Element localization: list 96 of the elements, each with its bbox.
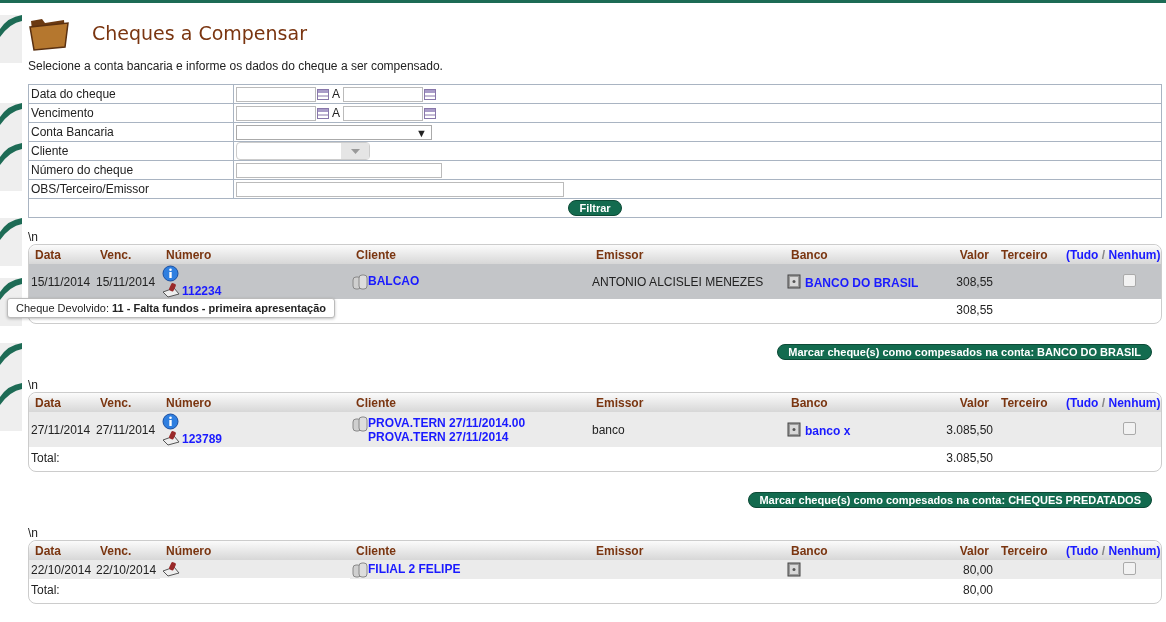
table-cell: ANTONIO ALCISLEI MENEZES xyxy=(592,274,764,289)
column-header: Emissor xyxy=(596,247,644,262)
calendar-icon[interactable] xyxy=(317,88,329,100)
calendar-icon[interactable] xyxy=(424,88,436,100)
calendar-icon[interactable] xyxy=(317,107,329,119)
select-none-link[interactable]: Nenhum) xyxy=(1108,543,1161,558)
table-cell: 22/10/2014 xyxy=(96,562,157,577)
column-header: Número xyxy=(166,247,212,262)
filter-label: Conta Bancaria xyxy=(28,122,234,142)
dropdown-icon xyxy=(350,148,360,154)
table-cell: 15/11/2014 xyxy=(96,274,156,289)
info-icon[interactable] xyxy=(162,413,179,430)
amount-cell: 3.085,50 xyxy=(946,422,993,437)
column-header: Data xyxy=(35,395,61,410)
column-header: Número xyxy=(166,395,212,410)
total-amount: 3.085,50 xyxy=(946,451,993,465)
column-header: Banco xyxy=(791,543,828,558)
column-header: Número xyxy=(166,543,212,558)
range-separator: A xyxy=(332,106,340,120)
date-input[interactable] xyxy=(236,86,316,102)
filter-label: Vencimento xyxy=(28,103,234,123)
table-cell: 22/10/2014 xyxy=(31,562,92,577)
column-header: Terceiro xyxy=(1001,395,1048,410)
text-input[interactable] xyxy=(236,162,442,178)
filter-label: OBS/Terceiro/Emissor xyxy=(28,179,234,199)
column-header: Emissor xyxy=(596,395,644,410)
info-icon[interactable] xyxy=(162,265,179,282)
filter-label: Cliente xyxy=(28,141,234,161)
filter-label: Número do cheque xyxy=(28,160,234,180)
page-title: Cheques a Compensar xyxy=(92,22,307,44)
separator-text: / xyxy=(1101,543,1106,558)
safe-icon xyxy=(787,273,802,289)
newline-marker: \n xyxy=(28,230,39,244)
mark-cleared-button[interactable]: Marcar cheque(s) como compesados na conta: CHEQUES PREDATADOS xyxy=(748,492,1152,508)
column-header: Banco xyxy=(791,395,828,410)
column-header: Data xyxy=(35,543,61,558)
column-header: Valor xyxy=(959,543,989,558)
filter-label: Data do cheque xyxy=(28,84,234,104)
select-none-link[interactable]: Nenhum) xyxy=(1108,395,1161,410)
mark-cleared-button[interactable]: Marcar cheque(s) como compesados na conta: BANCO DO BRASIL xyxy=(777,344,1152,360)
column-header: Data xyxy=(35,247,61,262)
column-header: Banco xyxy=(791,247,828,262)
select-none-link[interactable]: Nenhum) xyxy=(1108,247,1161,262)
table-cell: 27/11/2014 xyxy=(31,422,91,437)
date-input[interactable] xyxy=(236,105,316,121)
cheque-stamp-icon[interactable] xyxy=(162,282,180,298)
date-input[interactable] xyxy=(343,86,423,102)
date-input[interactable] xyxy=(343,105,423,121)
text-input[interactable] xyxy=(236,181,564,197)
column-header: Cliente xyxy=(356,543,396,558)
column-header: Terceiro xyxy=(1001,543,1048,558)
row-checkbox[interactable] xyxy=(1123,273,1136,287)
range-separator: A xyxy=(332,87,340,101)
select-all-link[interactable]: (Tudo xyxy=(1066,543,1099,558)
instructions-text: Selecione a conta bancaria e informe os dados do cheque a ser compensado. xyxy=(28,59,444,73)
cheque-number-link[interactable]: 123789 xyxy=(182,432,223,446)
separator-text: / xyxy=(1101,395,1106,410)
total-label: Total: xyxy=(31,583,60,597)
client-link[interactable]: BALCAO xyxy=(368,273,420,288)
column-header: Valor xyxy=(959,395,989,410)
bank-link[interactable]: banco x xyxy=(805,424,851,438)
total-amount: 308,55 xyxy=(956,303,993,317)
newline-marker: \n xyxy=(28,526,39,540)
separator-text: / xyxy=(1101,247,1106,262)
client-icon xyxy=(352,561,368,578)
amount-cell: 308,55 xyxy=(956,274,993,289)
amount-cell: 80,00 xyxy=(962,562,993,577)
column-header: Cliente xyxy=(356,395,396,410)
tooltip: Cheque Devolvido: 11 - Falta fundos - primeira apresentação xyxy=(7,298,335,318)
row-checkbox[interactable] xyxy=(1123,561,1136,575)
column-header: Venc. xyxy=(100,247,132,262)
column-header: Cliente xyxy=(356,247,396,262)
safe-icon xyxy=(787,561,802,577)
cheque-stamp-icon[interactable] xyxy=(162,561,180,577)
newline-marker: \n xyxy=(28,378,39,392)
cheque-number-link[interactable]: 112234 xyxy=(182,284,222,298)
select-all-link[interactable]: (Tudo xyxy=(1066,395,1099,410)
client-icon xyxy=(352,415,368,432)
safe-icon xyxy=(787,421,802,437)
row-checkbox[interactable] xyxy=(1123,421,1136,435)
select-all-link[interactable]: (Tudo xyxy=(1066,247,1099,262)
table-cell: 27/11/2014 xyxy=(96,422,156,437)
cheque-stamp-icon[interactable] xyxy=(162,430,180,446)
table-cell: banco xyxy=(592,422,625,437)
table-cell: 15/11/2014 xyxy=(31,274,91,289)
filter-button[interactable]: Filtrar xyxy=(568,200,622,216)
total-amount: 80,00 xyxy=(962,583,993,597)
column-header: Terceiro xyxy=(1001,247,1048,262)
bank-account-select[interactable]: ▼ xyxy=(236,124,432,140)
calendar-icon[interactable] xyxy=(424,107,436,119)
column-header: Venc. xyxy=(100,395,132,410)
column-header: Emissor xyxy=(596,543,644,558)
total-label: Total: xyxy=(31,451,60,465)
column-header: Valor xyxy=(959,247,989,262)
client-combo[interactable] xyxy=(236,142,370,160)
column-header: Venc. xyxy=(100,543,132,558)
